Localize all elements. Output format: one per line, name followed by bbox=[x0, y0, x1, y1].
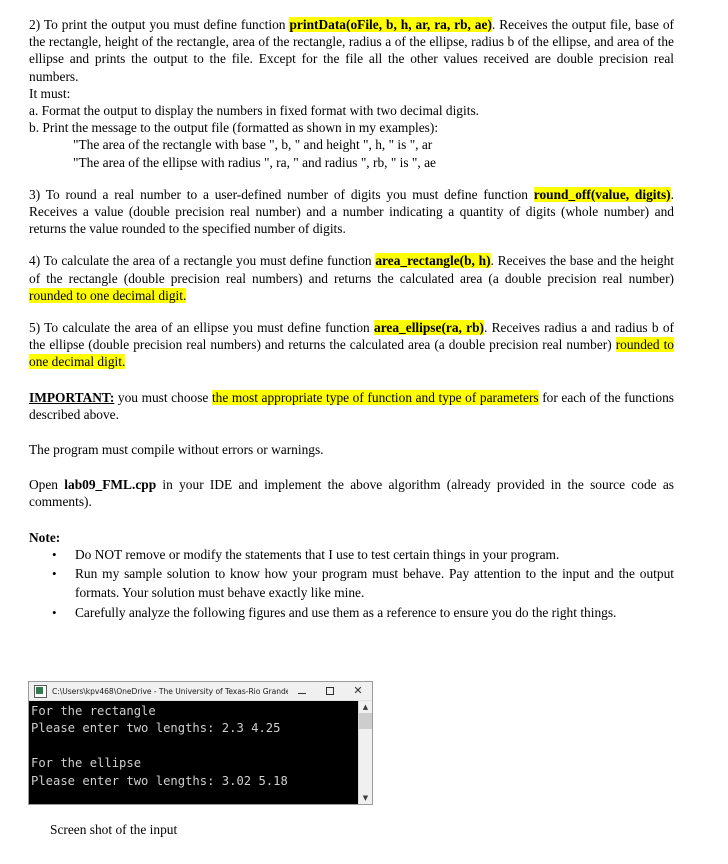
highlight-area-rectangle-signature: area_rectangle(b, h) bbox=[375, 253, 490, 268]
paragraph-compile-requirement: The program must compile without errors … bbox=[29, 441, 674, 458]
console-titlebar: C:\Users\kpv468\OneDrive - The Universit… bbox=[29, 682, 372, 701]
open-file-lead-text: Open bbox=[29, 477, 64, 492]
highlight-round-off-signature: round_off(value, digits) bbox=[534, 187, 671, 202]
quote-ellipse-message: "The area of the ellipse with radius ", … bbox=[73, 154, 674, 171]
note-bullet-list: • Do NOT remove or modify the statements … bbox=[29, 546, 674, 622]
paragraph-item-5: 5) To calculate the area of an ellipse y… bbox=[29, 319, 674, 371]
important-label: IMPORTANT: bbox=[29, 390, 114, 405]
list-item: • Carefully analyze the following figures… bbox=[29, 604, 674, 623]
highlight-printdata-signature: printData(oFile, b, h, ar, ra, rb, ae) bbox=[289, 17, 491, 32]
note-item-text: Carefully analyze the following figures … bbox=[75, 605, 616, 620]
note-item-text: Do NOT remove or modify the statements t… bbox=[75, 547, 559, 562]
item4-lead-text: 4) To calculate the area of a rectangle … bbox=[29, 253, 375, 268]
console-screenshot-figure: C:\Users\kpv468\OneDrive - The Universit… bbox=[28, 681, 373, 805]
paragraph-open-file: Open lab09_FML.cpp in your IDE and imple… bbox=[29, 476, 674, 510]
highlight-rounded-one-decimal-rectangle: rounded to one decimal digit. bbox=[29, 288, 186, 303]
bullet-icon: • bbox=[52, 604, 57, 623]
window-controls: ✕ bbox=[288, 682, 372, 700]
paragraph-it-must: It must: bbox=[29, 85, 674, 102]
console-body: For the rectangle Please enter two lengt… bbox=[29, 701, 372, 804]
minimize-button[interactable] bbox=[288, 682, 316, 700]
item3-lead-text: 3) To round a real number to a user-defi… bbox=[29, 187, 534, 202]
console-output-text: For the rectangle Please enter two lengt… bbox=[29, 701, 358, 804]
paragraph-sub-b: b. Print the message to the output file … bbox=[29, 119, 674, 136]
note-heading: Note: bbox=[29, 529, 674, 546]
list-item: • Run my sample solution to know how your… bbox=[29, 565, 674, 602]
close-button[interactable]: ✕ bbox=[344, 682, 372, 700]
paragraph-important: IMPORTANT: you must choose the most appr… bbox=[29, 389, 674, 423]
scrollbar-thumb[interactable] bbox=[359, 713, 372, 729]
bullet-icon: • bbox=[52, 546, 57, 565]
important-lead-text: you must choose bbox=[114, 390, 212, 405]
scroll-down-icon[interactable]: ▼ bbox=[359, 792, 372, 804]
highlight-area-ellipse-signature: area_ellipse(ra, rb) bbox=[374, 320, 484, 335]
figure-caption: Screen shot of the input bbox=[50, 821, 177, 838]
console-scrollbar[interactable]: ▲ ▼ bbox=[358, 701, 372, 804]
maximize-button[interactable] bbox=[316, 682, 344, 700]
note-item-text: Run my sample solution to know how your … bbox=[75, 566, 674, 600]
paragraph-item-3: 3) To round a real number to a user-defi… bbox=[29, 186, 674, 238]
close-icon: ✕ bbox=[353, 686, 362, 696]
paragraph-sub-a: a. Format the output to display the numb… bbox=[29, 102, 674, 119]
console-window-title: C:\Users\kpv468\OneDrive - The Universit… bbox=[52, 687, 288, 696]
console-window: C:\Users\kpv468\OneDrive - The Universit… bbox=[28, 681, 373, 805]
minimize-icon bbox=[298, 693, 306, 694]
scroll-up-icon[interactable]: ▲ bbox=[359, 701, 372, 713]
console-app-icon bbox=[34, 685, 47, 698]
item5-lead-text: 5) To calculate the area of an ellipse y… bbox=[29, 320, 374, 335]
bullet-icon: • bbox=[52, 565, 57, 584]
maximize-icon bbox=[326, 687, 334, 695]
paragraph-item-4: 4) To calculate the area of a rectangle … bbox=[29, 252, 674, 304]
item2-lead-text: 2) To print the output you must define f… bbox=[29, 17, 289, 32]
source-file-name: lab09_FML.cpp bbox=[64, 477, 156, 492]
paragraph-item-2: 2) To print the output you must define f… bbox=[29, 16, 674, 85]
scrollbar-track[interactable] bbox=[359, 729, 372, 792]
highlight-most-appropriate-type: the most appropriate type of function an… bbox=[212, 390, 539, 405]
list-item: • Do NOT remove or modify the statements … bbox=[29, 546, 674, 565]
quote-rectangle-message: "The area of the rectangle with base ", … bbox=[73, 136, 674, 153]
